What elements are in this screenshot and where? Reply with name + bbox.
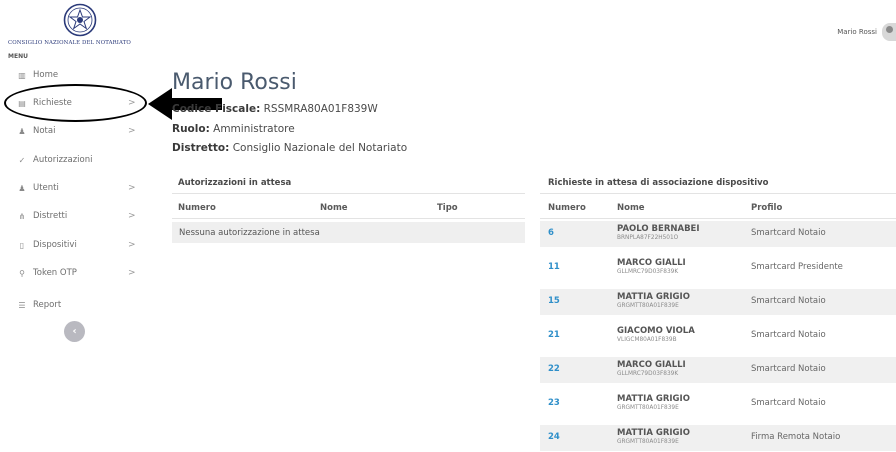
request-codice-fiscale: VLIGCM80A01F839B xyxy=(617,337,677,343)
table-row[interactable]: 23 MATTIA GRIGIO GRGMTT80A01F839E Smartc… xyxy=(540,391,896,417)
distretto-line: Distretto: Consiglio Nazionale del Notar… xyxy=(172,142,407,154)
request-number-link[interactable]: 6 xyxy=(548,228,554,238)
sidebar-item-label: Autorizzazioni xyxy=(33,155,93,165)
annotation-ellipse xyxy=(4,84,147,122)
request-number-link[interactable]: 22 xyxy=(548,364,560,374)
request-name: MATTIA GRIGIO xyxy=(617,292,690,302)
column-header-numero[interactable]: Numero xyxy=(178,203,216,213)
request-codice-fiscale: GRGMTT80A01F839E xyxy=(617,405,679,411)
user-menu[interactable]: Mario Rossi xyxy=(837,23,896,41)
sidebar-item-label: Utenti xyxy=(33,183,59,193)
table-row[interactable]: 22 MARCO GIALLI GLLMRC79D03F839K Smartca… xyxy=(540,357,896,383)
request-profile: Smartcard Notaio xyxy=(751,398,826,408)
table-row[interactable]: 11 MARCO GIALLI GLLMRC79D03F839K Smartca… xyxy=(540,255,896,281)
sidebar-item-label: Token OTP xyxy=(33,268,77,278)
column-header-nome[interactable]: Nome xyxy=(617,203,645,213)
org-name: CONSIGLIO NAZIONALE DEL NOTARIATO xyxy=(8,40,131,46)
request-number-link[interactable]: 15 xyxy=(548,296,560,306)
request-profile: Smartcard Notaio xyxy=(751,228,826,238)
request-name: MARCO GIALLI xyxy=(617,360,686,370)
request-name: MATTIA GRIGIO xyxy=(617,428,690,438)
sidebar: CONSIGLIO NAZIONALE DEL NOTARIATO MENU ▥… xyxy=(0,0,150,452)
richieste-title: Richieste in attesa di associazione disp… xyxy=(548,178,769,188)
sidebar-item-distretti[interactable]: ⋔ Distretti > xyxy=(0,206,150,226)
autorizzazioni-title: Autorizzazioni in attesa xyxy=(178,178,292,188)
user-icon: ♟ xyxy=(18,126,26,136)
ruolo-label: Ruolo: xyxy=(172,123,210,135)
request-number-link[interactable]: 23 xyxy=(548,398,560,408)
request-profile: Smartcard Presidente xyxy=(751,262,843,272)
table-row[interactable]: 6 PAOLO BERNABEI BRNPLA87F22H501O Smartc… xyxy=(540,221,896,247)
codice-fiscale-label: Codice Fiscale: xyxy=(172,103,261,115)
sidebar-collapse-button[interactable]: ‹ xyxy=(64,321,85,342)
chevron-left-icon: ‹ xyxy=(72,326,77,337)
divider xyxy=(172,218,525,219)
sidebar-item-home[interactable]: ▥ Home xyxy=(0,65,150,85)
chevron-right-icon: > xyxy=(128,211,136,221)
empty-message: Nessuna autorizzazione in attesa xyxy=(172,222,525,243)
request-name: MARCO GIALLI xyxy=(617,258,686,268)
users-icon: ♟ xyxy=(18,183,26,193)
divider xyxy=(172,193,525,194)
request-number-link[interactable]: 24 xyxy=(548,432,560,442)
chevron-right-icon: > xyxy=(128,126,136,136)
column-header-profilo[interactable]: Profilo xyxy=(751,203,782,213)
request-name: PAOLO BERNABEI xyxy=(617,224,700,234)
device-icon: ▯ xyxy=(19,240,25,250)
ruolo-value: Amministratore xyxy=(213,123,295,135)
user-name: Mario Rossi xyxy=(837,28,877,36)
ruolo-line: Ruolo: Amministratore xyxy=(172,123,295,135)
request-codice-fiscale: GLLMRC79D03F839K xyxy=(617,371,679,377)
chevron-right-icon: > xyxy=(128,268,136,278)
sitemap-icon: ⋔ xyxy=(18,211,26,221)
request-codice-fiscale: GLLMRC79D03F839K xyxy=(617,269,679,275)
divider xyxy=(540,218,896,219)
column-header-tipo[interactable]: Tipo xyxy=(437,203,458,213)
request-name: MATTIA GRIGIO xyxy=(617,394,690,404)
request-name: GIACOMO VIOLA xyxy=(617,326,695,336)
distretto-label: Distretto: xyxy=(172,142,230,154)
divider xyxy=(540,193,896,194)
sidebar-item-notai[interactable]: ♟ Notai > xyxy=(0,121,150,141)
request-number-link[interactable]: 11 xyxy=(548,262,560,272)
request-number-link[interactable]: 21 xyxy=(548,330,560,340)
chart-icon: ▥ xyxy=(18,70,26,80)
request-codice-fiscale: GRGMTT80A01F839E xyxy=(617,439,679,445)
codice-fiscale-value: RSSMRA80A01F839W xyxy=(263,103,378,115)
key-icon: ⚲ xyxy=(19,268,25,278)
chevron-right-icon: > xyxy=(128,240,136,250)
codice-fiscale-line: Codice Fiscale: RSSMRA80A01F839W xyxy=(172,103,378,115)
chevron-right-icon: > xyxy=(128,183,136,193)
republic-emblem-icon xyxy=(63,3,97,37)
page-title: Mario Rossi xyxy=(172,70,297,95)
sidebar-item-utenti[interactable]: ♟ Utenti > xyxy=(0,178,150,198)
request-codice-fiscale: BRNPLA87F22H501O xyxy=(617,235,679,241)
table-row[interactable]: 24 MATTIA GRIGIO GRGMTT80A01F839E Firma … xyxy=(540,425,896,451)
column-header-numero[interactable]: Numero xyxy=(548,203,586,213)
sidebar-item-report[interactable]: ☰ Report xyxy=(0,295,150,315)
request-profile: Firma Remota Notaio xyxy=(751,432,841,442)
table-row[interactable]: 15 MATTIA GRIGIO GRGMTT80A01F839E Smartc… xyxy=(540,289,896,315)
sidebar-item-dispositivi[interactable]: ▯ Dispositivi > xyxy=(0,235,150,255)
sidebar-item-label: Dispositivi xyxy=(33,240,77,250)
menu-label: MENU xyxy=(8,53,28,60)
sidebar-item-autorizzazioni[interactable]: ✓ Autorizzazioni xyxy=(0,150,150,170)
report-icon: ☰ xyxy=(18,300,26,310)
sidebar-item-label: Report xyxy=(33,300,62,310)
request-profile: Smartcard Notaio xyxy=(751,364,826,374)
request-profile: Smartcard Notaio xyxy=(751,330,826,340)
check-icon: ✓ xyxy=(18,155,26,165)
avatar xyxy=(882,23,896,41)
table-row[interactable]: 21 GIACOMO VIOLA VLIGCM80A01F839B Smartc… xyxy=(540,323,896,349)
column-header-nome[interactable]: Nome xyxy=(320,203,348,213)
request-profile: Smartcard Notaio xyxy=(751,296,826,306)
sidebar-item-label: Notai xyxy=(33,126,56,136)
sidebar-item-label: Distretti xyxy=(33,211,68,221)
sidebar-item-token-otp[interactable]: ⚲ Token OTP > xyxy=(0,263,150,283)
request-codice-fiscale: GRGMTT80A01F839E xyxy=(617,303,679,309)
sidebar-item-label: Home xyxy=(33,70,59,80)
distretto-value: Consiglio Nazionale del Notariato xyxy=(232,142,408,154)
